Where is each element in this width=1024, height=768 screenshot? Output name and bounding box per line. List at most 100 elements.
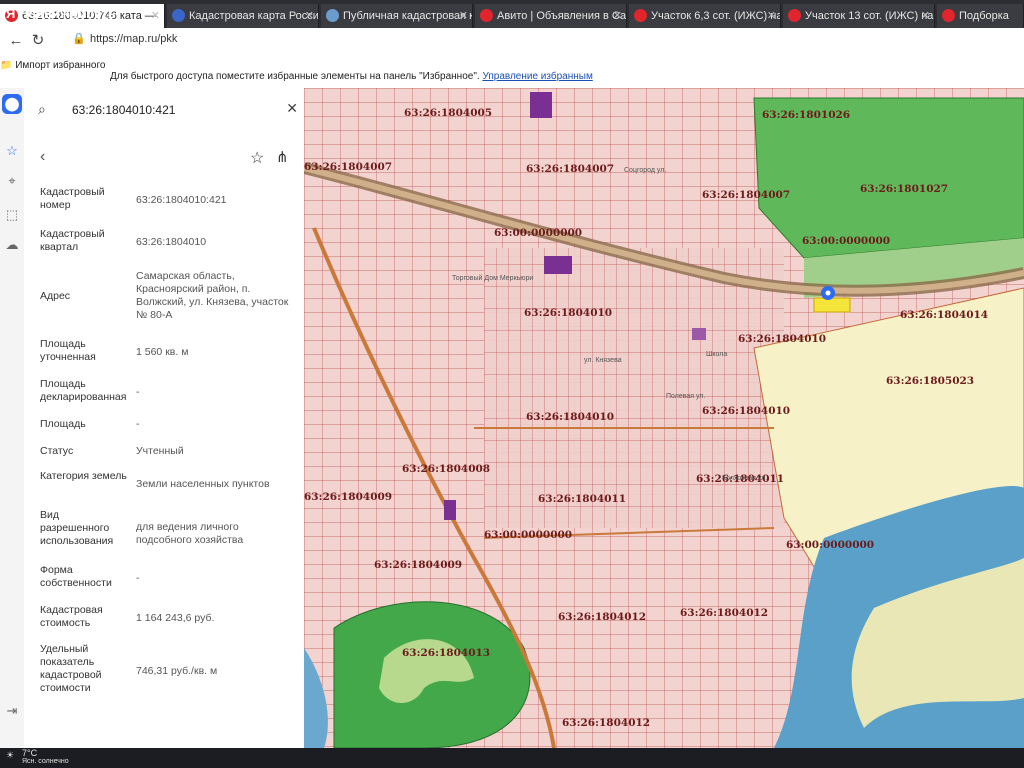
back-icon[interactable]: ← <box>6 31 26 51</box>
field-label: Площадь <box>40 418 86 430</box>
tab-title: Участок 13 сот. (ИЖС) на <box>805 10 934 22</box>
logout-icon[interactable]: ⇥ <box>0 700 24 722</box>
place-label: Соцгород ул. <box>624 167 666 174</box>
selected-parcel[interactable] <box>813 297 851 313</box>
map-label: 63:26:1804009 <box>374 559 462 571</box>
field-label: Удельный показатель кадастровой стоимост… <box>40 643 102 694</box>
map-label: 63:26:1804010 <box>738 333 826 345</box>
map-label: 63:26:1804007 <box>702 189 790 201</box>
map-canvas[interactable]: 63:26:1804005 63:26:1804007 63:26:180400… <box>304 88 1024 748</box>
map-label: 63:26:1804007 <box>304 161 392 173</box>
field-value: 1 560 кв. м <box>136 346 189 358</box>
weather-temp: 7°C <box>22 748 38 758</box>
lock-icon: 🔒 <box>72 33 86 45</box>
watermark: Я Недвижимость <box>6 6 116 21</box>
reload-icon[interactable]: ↻ <box>28 31 48 51</box>
location-pin-icon[interactable] <box>821 286 835 300</box>
map-label: 63:00:0000000 <box>484 529 572 541</box>
app-logo-icon[interactable]: ⬤ <box>2 94 22 114</box>
building <box>544 256 572 274</box>
watermark-logo-icon: Я <box>6 6 16 21</box>
field-value: 746,31 руб./кв. м <box>136 665 218 677</box>
search-icon: ⌕ <box>38 101 46 117</box>
site-favicon-icon <box>172 9 185 22</box>
close-tab-icon[interactable]: ✕ <box>613 4 622 28</box>
field-value: 1 164 243,6 руб. <box>136 612 215 624</box>
tab-title: Авито | Объявления в Са <box>497 10 627 22</box>
watermark-text: Недвижимость <box>18 6 116 21</box>
tab-avito[interactable]: Авито | Объявления в Са ✕ <box>475 4 627 28</box>
url-field[interactable]: https://map.ru/pkk <box>90 33 177 45</box>
map-label: 63:26:1801027 <box>860 183 948 195</box>
close-tab-icon[interactable]: ✕ <box>459 4 468 28</box>
select-area-icon[interactable]: ⬚ <box>0 204 24 226</box>
address-bar: ← ↻ 🔒 https://map.ru/pkk <box>0 28 1024 55</box>
os-taskbar: ☀ 7°C Ясн. солнечно <box>0 748 1024 768</box>
map-label: 63:26:1804013 <box>402 647 490 659</box>
map-label: 63:26:1801026 <box>762 109 850 121</box>
field-value: - <box>136 418 140 430</box>
tab-selection[interactable]: Подборка <box>937 4 1024 28</box>
tab-plot-13[interactable]: Участок 13 сот. (ИЖС) на ✕ <box>783 4 935 28</box>
green-zone-ne <box>753 97 1024 259</box>
building <box>444 500 456 520</box>
field-label: Кадастровая стоимость <box>40 604 103 629</box>
layers-icon[interactable]: ☁ <box>0 234 24 256</box>
favorites-star-icon[interactable]: ☆ <box>0 140 24 162</box>
search-box[interactable]: ⌕ 63:26:1804010:421 ✕ <box>36 96 298 126</box>
field-label: Адрес <box>40 290 71 302</box>
bookmark-star-icon[interactable]: ☆ <box>250 148 264 168</box>
field-label: Вид разрешенного использования <box>40 509 114 547</box>
favorites-bar: 📁 Импорт избранного Для быстрого доступа… <box>0 54 1024 89</box>
building <box>530 92 552 118</box>
cadastral-map[interactable]: 63:26:1804005 63:26:1804007 63:26:180400… <box>304 88 1024 748</box>
map-label: 63:26:1804009 <box>304 491 392 503</box>
map-label: 63:26:1804012 <box>558 611 646 623</box>
building <box>692 328 706 340</box>
close-tab-icon[interactable]: ✕ <box>151 4 160 28</box>
site-favicon-icon <box>788 9 801 22</box>
manage-favorites-link[interactable]: Управление избранным <box>482 71 592 82</box>
map-label: 63:26:1804005 <box>404 107 492 119</box>
field-value: Земли населенных пунктов <box>136 478 270 490</box>
clear-search-icon[interactable]: ✕ <box>286 100 298 117</box>
tab-public-cadastral[interactable]: Публичная кадастровая к ✕ <box>321 4 473 28</box>
map-label: 63:26:1804008 <box>402 463 490 475</box>
panel-toolbar: ‹ ☆ ⋔ <box>24 148 304 172</box>
place-label: Торговый Дом Меркьюри <box>452 274 533 282</box>
close-tab-icon[interactable]: ✕ <box>305 4 314 28</box>
place-label: ул. Князева <box>584 357 622 364</box>
field-value: - <box>136 386 140 398</box>
map-label: 63:26:1805023 <box>886 375 974 387</box>
favorites-hint: Для быстрого доступа поместите избранные… <box>110 71 593 82</box>
map-label: 63:26:1804010 <box>526 411 614 423</box>
close-tab-icon[interactable]: ✕ <box>767 4 776 28</box>
map-label: 63:26:1804011 <box>538 493 626 505</box>
field-label: Статус <box>40 445 74 457</box>
tab-cadastral-map[interactable]: Кадастровая карта Росси ✕ <box>167 4 319 28</box>
field-value: - <box>136 572 140 584</box>
import-favorites-link[interactable]: 📁 Импорт избранного <box>0 60 105 71</box>
share-icon[interactable]: ⋔ <box>276 148 289 166</box>
field-label: Кадастровый номер <box>40 186 105 211</box>
tab-title: Подборка <box>959 10 1009 22</box>
site-favicon-icon <box>480 9 493 22</box>
plots-area-center <box>484 248 784 528</box>
close-tab-icon[interactable]: ✕ <box>921 4 930 28</box>
tab-plot-6[interactable]: Участок 6,3 сот. (ИЖС) на ✕ <box>629 4 781 28</box>
weather-icon: ☀ <box>6 750 15 760</box>
field-label: Кадастровый квартал <box>40 228 105 253</box>
import-favorites-label: Импорт избранного <box>15 60 106 71</box>
pin-icon[interactable]: ⌖ <box>0 170 24 192</box>
map-label: 63:00:0000000 <box>802 235 890 247</box>
tab-title: Публичная кадастровая к <box>343 10 473 22</box>
field-value: для ведения личного подсобного хозяйства <box>136 521 244 546</box>
field-value: 63:26:1804010:421 <box>136 194 227 206</box>
back-arrow-icon[interactable]: ‹ <box>40 148 45 166</box>
search-input[interactable]: 63:26:1804010:421 <box>72 103 175 117</box>
map-label: 63:26:1804010 <box>702 405 790 417</box>
map-label: 63:26:1804007 <box>526 163 614 175</box>
field-value: 63:26:1804010 <box>136 236 207 248</box>
map-label: 63:26:1804014 <box>900 309 988 321</box>
map-label: 63:00:0000000 <box>494 227 582 239</box>
